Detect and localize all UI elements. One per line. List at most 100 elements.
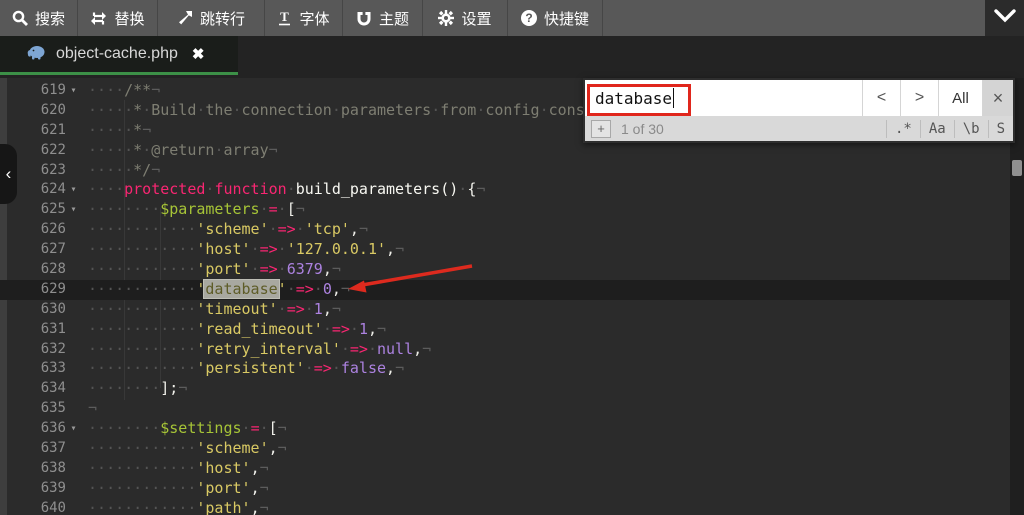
find-next-button[interactable]: >: [901, 80, 939, 116]
fold-gutter: [66, 300, 81, 320]
fold-marker-icon[interactable]: ▾: [66, 419, 81, 439]
code-line[interactable]: 639············'port',¬: [0, 479, 1010, 499]
match-count: 1 of 30: [621, 121, 664, 137]
line-number: 637: [0, 439, 66, 459]
scrollbar-thumb[interactable]: [1012, 160, 1022, 176]
code-line[interactable]: 628 ············'port'·=>·6379,¬: [0, 260, 1010, 280]
code-line[interactable]: 640 ············'path',¬: [0, 499, 1010, 515]
code-line[interactable]: 627············'host'·=>·'127.0.0.1',¬: [0, 240, 1010, 260]
fold-marker-icon[interactable]: ▾: [66, 81, 81, 101]
toolbar-font-button[interactable]: T 字体: [265, 0, 343, 36]
code-line[interactable]: 625▾········$parameters·=·[¬: [0, 200, 1010, 220]
code-line[interactable]: 631 ············'read_timeout'·=>·1,¬: [0, 320, 1010, 340]
line-number: 630: [0, 300, 66, 320]
code-text[interactable]: ············'host',¬: [81, 459, 1010, 479]
fold-gutter: [66, 359, 81, 379]
fold-gutter: [66, 340, 81, 360]
fold-gutter: [66, 220, 81, 240]
fold-gutter: [66, 280, 81, 300]
code-text[interactable]: ········$settings·=·[¬: [81, 419, 1010, 439]
code-text[interactable]: ············'database'·=>·0,¬: [81, 280, 1010, 300]
line-number: 634: [0, 379, 66, 399]
code-line[interactable]: 637 ············'scheme',¬: [0, 439, 1010, 459]
code-text[interactable]: ············'path',¬: [81, 499, 1010, 515]
code-editor[interactable]: 619▾····/**¬620·····*·Build·the·connecti…: [0, 78, 1024, 515]
vertical-scrollbar[interactable]: [1010, 78, 1024, 515]
tab-close-icon[interactable]: ✖: [192, 45, 205, 63]
code-line[interactable]: 622·····*·@return·array¬: [0, 141, 1010, 161]
line-number: 635: [0, 399, 66, 419]
fold-marker-icon[interactable]: ▾: [66, 180, 81, 200]
code-line[interactable]: 624▾····protected·function·build_paramet…: [0, 180, 1010, 200]
code-text[interactable]: ············'retry_interval'·=>·null,¬: [81, 340, 1010, 360]
code-text[interactable]: ········];¬: [81, 379, 1010, 399]
toolbar-theme-label: 主题: [379, 8, 409, 29]
find-previous-button[interactable]: <: [863, 80, 901, 116]
chevron-down-icon: [994, 9, 1016, 28]
toolbar-goto-line-button[interactable]: 跳转行: [158, 0, 265, 36]
code-text[interactable]: ········$parameters·=·[¬: [81, 200, 1010, 220]
line-number: 628: [0, 260, 66, 280]
line-number: 625: [0, 200, 66, 220]
code-line[interactable]: 633············'persistent'·=>·false,¬: [0, 359, 1010, 379]
selection-option-button[interactable]: S: [988, 120, 1013, 138]
code-line[interactable]: 634 ········];¬: [0, 379, 1010, 399]
fold-gutter: [66, 479, 81, 499]
line-number: 629: [0, 280, 66, 300]
line-number: 631: [0, 320, 66, 340]
toolbar-theme-button[interactable]: 主题: [343, 0, 423, 36]
code-line[interactable]: 626············'scheme'·=>·'tcp',¬: [0, 220, 1010, 240]
fold-gutter: [66, 320, 81, 340]
settings-gear-icon: [438, 10, 454, 26]
add-search-row-button[interactable]: +: [591, 120, 611, 138]
line-number: 638: [0, 459, 66, 479]
code-line[interactable]: 636▾········$settings·=·[¬: [0, 419, 1010, 439]
search-close-button[interactable]: ×: [983, 80, 1013, 116]
toolbar-shortcuts-button[interactable]: ? 快捷键: [508, 0, 603, 36]
toolbar-font-label: 字体: [299, 8, 329, 29]
code-text[interactable]: ············'read_timeout'·=>·1,¬: [81, 320, 1010, 340]
code-text[interactable]: ·····*·@return·array¬: [81, 141, 1010, 161]
code-line[interactable]: 630 ············'timeout'·=>·1,¬: [0, 300, 1010, 320]
regex-option-button[interactable]: .*: [886, 120, 920, 138]
code-text[interactable]: ············'timeout'·=>·1,¬: [81, 300, 1010, 320]
toolbar-filler: [603, 0, 985, 36]
code-line[interactable]: 638 ············'host',¬: [0, 459, 1010, 479]
fold-gutter: [66, 379, 81, 399]
sidebar-collapse-handle[interactable]: ‹: [0, 144, 17, 204]
code-line[interactable]: 632············'retry_interval'·=>·null,…: [0, 340, 1010, 360]
tab-object-cache-php[interactable]: object-cache.php ✖: [0, 36, 238, 72]
toolbar-replace-label: 替换: [114, 8, 144, 29]
fold-gutter: [66, 499, 81, 515]
code-text[interactable]: ············'host'·=>·'127.0.0.1',¬: [81, 240, 1010, 260]
svg-text:T: T: [281, 10, 290, 24]
find-all-button[interactable]: All: [939, 80, 983, 116]
code-line[interactable]: 635 ¬: [0, 399, 1010, 419]
line-number: 621: [0, 121, 66, 141]
editor-window: 搜索 替换 跳转行 T 字体 主题 设置 ? 快捷键: [0, 0, 1024, 515]
toolbar-settings-button[interactable]: 设置: [423, 0, 508, 36]
fold-gutter: [66, 141, 81, 161]
code-text[interactable]: ············'port',¬: [81, 479, 1010, 499]
code-text[interactable]: ¬: [81, 399, 1010, 419]
case-sensitive-option-button[interactable]: Aa: [920, 120, 954, 138]
toolbar-replace-button[interactable]: 替换: [78, 0, 158, 36]
toolbar-search-button[interactable]: 搜索: [0, 0, 78, 36]
code-text[interactable]: ·····*/¬: [81, 161, 1010, 181]
chevron-left-icon: ‹: [6, 164, 12, 184]
code-text[interactable]: ····protected·function·build_parameters(…: [81, 180, 1010, 200]
code-text[interactable]: ············'scheme'·=>·'tcp',¬: [81, 220, 1010, 240]
code-text[interactable]: ············'scheme',¬: [81, 439, 1010, 459]
code-text[interactable]: ············'persistent'·=>·false,¬: [81, 359, 1010, 379]
toolbar-collapse-button[interactable]: [985, 0, 1024, 36]
word-boundary-option-button[interactable]: \b: [954, 120, 988, 138]
code-line[interactable]: 623·····*/¬: [0, 161, 1010, 181]
theme-magnet-icon: [356, 10, 372, 26]
line-number: 640: [0, 499, 66, 515]
fold-marker-icon[interactable]: ▾: [66, 200, 81, 220]
chevron-left-small-icon: <: [877, 89, 886, 107]
code-line[interactable]: 629 ············'database'·=>·0,¬: [0, 280, 1010, 300]
fold-gutter: [66, 399, 81, 419]
code-text[interactable]: ············'port'·=>·6379,¬: [81, 260, 1010, 280]
chevron-right-small-icon: >: [915, 89, 924, 107]
